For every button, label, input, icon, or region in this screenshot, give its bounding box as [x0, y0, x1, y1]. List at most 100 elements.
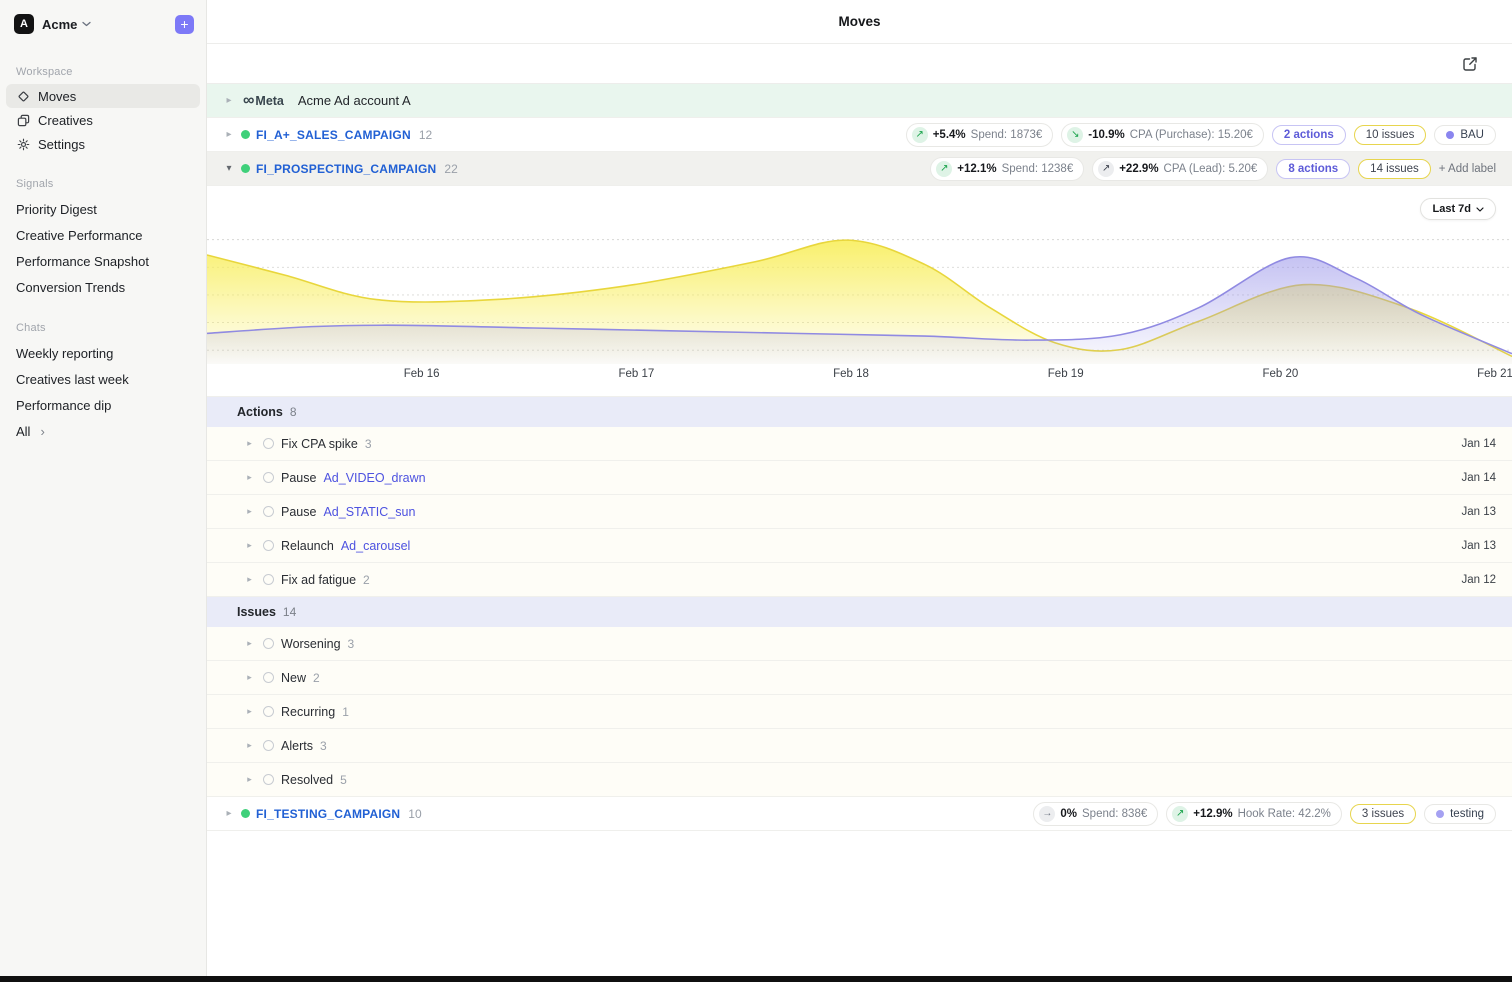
- sidebar-item-creatives[interactable]: Creatives: [6, 108, 200, 132]
- date-range-selector[interactable]: Last 7d: [1420, 198, 1496, 220]
- add-button[interactable]: +: [175, 14, 194, 34]
- section-label-signals: Signals: [16, 178, 54, 190]
- action-row[interactable]: ▸ Relaunch Ad_carousel Jan 13: [207, 529, 1512, 563]
- caret-right-icon[interactable]: ▸: [243, 740, 256, 751]
- metric-badge-spend[interactable]: → 0% Spend: 838€: [1033, 801, 1159, 826]
- x-axis-tick: Feb 21: [1477, 368, 1512, 380]
- sidebar-item-creative-performance[interactable]: Creative Performance: [6, 222, 200, 248]
- app-root: A Acme + Workspace Moves Creatives Setti…: [0, 0, 1512, 976]
- actions-count-badge[interactable]: 2 actions: [1271, 124, 1346, 145]
- issue-row[interactable]: ▸ Worsening 3: [207, 627, 1512, 661]
- label-tag[interactable]: BAU: [1434, 124, 1496, 145]
- sidebar-item-performance-dip[interactable]: Performance dip: [6, 392, 200, 418]
- sidebar-item-weekly-reporting[interactable]: Weekly reporting: [6, 340, 200, 366]
- account-row[interactable]: ▸ ∞ Meta Acme Ad account A: [207, 84, 1512, 118]
- sidebar-section-chats: Chats Weekly reporting Creatives last we…: [0, 316, 206, 444]
- action-row[interactable]: ▸ Fix CPA spike 3 Jan 14: [207, 427, 1512, 461]
- sidebar-item-conversion-trends[interactable]: Conversion Trends: [6, 274, 200, 300]
- status-circle-icon[interactable]: [263, 438, 274, 449]
- campaign-name-link[interactable]: FI_TESTING_CAMPAIGN: [256, 807, 400, 821]
- meta-logo: ∞ Meta: [243, 91, 284, 109]
- actions-count-badge[interactable]: 8 actions: [1276, 158, 1351, 179]
- issues-section-count: 14: [282, 605, 297, 619]
- caret-right-icon[interactable]: ▸: [221, 129, 237, 140]
- ad-link[interactable]: Ad_VIDEO_drawn: [323, 471, 425, 485]
- caret-right-icon[interactable]: ▸: [243, 672, 256, 683]
- issue-row[interactable]: ▸ Alerts 3: [207, 729, 1512, 763]
- actions-section-header: Actions 8: [207, 397, 1512, 427]
- caret-right-icon[interactable]: ▸: [243, 774, 256, 785]
- status-circle-icon[interactable]: [263, 574, 274, 585]
- campaign-row-prospecting[interactable]: ▾ FI_PROSPECTING_CAMPAIGN 22 ↗ +12.1% Sp…: [207, 152, 1512, 186]
- issues-count-badge[interactable]: 14 issues: [1358, 158, 1431, 179]
- layers-icon: [16, 113, 30, 127]
- status-circle-icon[interactable]: [263, 740, 274, 751]
- issue-row[interactable]: ▸ New 2: [207, 661, 1512, 695]
- add-label-button[interactable]: + Add label: [1439, 163, 1496, 175]
- x-axis-tick: Feb 20: [1262, 368, 1299, 380]
- metric-badge-cpa[interactable]: ↗ +22.9% CPA (Lead): 5.20€: [1092, 156, 1269, 181]
- campaign-row-sales[interactable]: ▸ FI_A+_SALES_CAMPAIGN 12 ↗ +5.4% Spend:…: [207, 118, 1512, 152]
- campaign-count: 22: [444, 161, 458, 176]
- caret-right-icon[interactable]: ▸: [243, 540, 256, 551]
- sidebar-item-moves[interactable]: Moves: [6, 84, 200, 108]
- caret-right-icon[interactable]: ▸: [243, 506, 256, 517]
- issues-count-badge[interactable]: 10 issues: [1353, 124, 1427, 145]
- metric-badge-cpa[interactable]: ↘ -10.9% CPA (Purchase): 15.20€: [1061, 122, 1264, 147]
- sidebar-item-creatives-last-week[interactable]: Creatives last week: [6, 366, 200, 392]
- sidebar-section-signals: Signals Priority Digest Creative Perform…: [0, 172, 206, 300]
- metric-badge-hook-rate[interactable]: ↗ +12.9% Hook Rate: 42.2%: [1166, 801, 1342, 826]
- status-circle-icon[interactable]: [263, 472, 274, 483]
- meta-infinity-icon: ∞: [243, 91, 255, 109]
- workspace-switcher[interactable]: A Acme +: [0, 0, 206, 44]
- trend-flat-icon: →: [1039, 805, 1056, 822]
- action-row[interactable]: ▸ Fix ad fatigue 2 Jan 12: [207, 563, 1512, 597]
- x-axis-tick: Feb 17: [618, 368, 655, 380]
- status-circle-icon[interactable]: [263, 540, 274, 551]
- caret-right-icon[interactable]: ▸: [221, 808, 237, 819]
- ad-link[interactable]: Ad_STATIC_sun: [323, 505, 415, 519]
- trend-chart: Last 7d Feb 16 Feb 17 Feb 18 Feb 19 Feb 20 Fe…: [207, 186, 1512, 397]
- label-tag[interactable]: testing: [1424, 803, 1496, 824]
- sidebar-item-performance-snapshot[interactable]: Performance Snapshot: [6, 248, 200, 274]
- trend-up-icon: ↗: [1098, 160, 1115, 177]
- chevron-down-icon: [1476, 203, 1484, 215]
- campaign-row-testing[interactable]: ▸ FI_TESTING_CAMPAIGN 10 → 0% Spend: 838…: [207, 797, 1512, 831]
- sidebar-item-priority-digest[interactable]: Priority Digest: [6, 196, 200, 222]
- caret-right-icon[interactable]: ▸: [243, 472, 256, 483]
- share-icon[interactable]: [1458, 52, 1482, 76]
- caret-right-icon[interactable]: ▸: [243, 638, 256, 649]
- action-row[interactable]: ▸ Pause Ad_VIDEO_drawn Jan 14: [207, 461, 1512, 495]
- metric-badge-spend[interactable]: ↗ +5.4% Spend: 1873€: [905, 122, 1054, 147]
- campaign-name-link[interactable]: FI_A+_SALES_CAMPAIGN: [256, 128, 411, 142]
- x-axis-tick: Feb 16: [403, 368, 440, 380]
- caret-right-icon[interactable]: ▸: [243, 438, 256, 449]
- campaign-name-link[interactable]: FI_PROSPECTING_CAMPAIGN: [256, 162, 436, 176]
- status-circle-icon[interactable]: [263, 638, 274, 649]
- status-circle-icon[interactable]: [263, 706, 274, 717]
- campaign-badges: ↗ +5.4% Spend: 1873€ ↘ -10.9% CPA (Purch…: [905, 122, 1496, 147]
- page-title: Moves: [838, 14, 881, 29]
- caret-down-icon[interactable]: ▾: [221, 163, 237, 174]
- status-dot-icon: [241, 809, 250, 818]
- caret-right-icon[interactable]: ▸: [221, 95, 237, 106]
- ad-link[interactable]: Ad_carousel: [341, 539, 411, 553]
- metric-badge-spend[interactable]: ↗ +12.1% Spend: 1238€: [930, 156, 1085, 181]
- campaign-badges: ↗ +12.1% Spend: 1238€ ↗ +22.9% CPA (Lead…: [930, 156, 1496, 181]
- issues-count-badge[interactable]: 3 issues: [1349, 803, 1417, 824]
- issue-row[interactable]: ▸ Resolved 5: [207, 763, 1512, 797]
- workspace-name: Acme: [42, 16, 78, 32]
- trend-up-icon: ↗: [911, 126, 928, 143]
- sidebar-item-all-chats[interactable]: All ›: [6, 418, 200, 444]
- status-circle-icon[interactable]: [263, 672, 274, 683]
- trend-up-icon: ↗: [936, 160, 953, 177]
- sidebar-item-settings[interactable]: Settings: [6, 132, 200, 156]
- caret-right-icon[interactable]: ▸: [243, 574, 256, 585]
- issue-row[interactable]: ▸ Recurring 1: [207, 695, 1512, 729]
- action-row[interactable]: ▸ Pause Ad_STATIC_sun Jan 13: [207, 495, 1512, 529]
- action-date: Jan 12: [1461, 573, 1496, 586]
- status-circle-icon[interactable]: [263, 506, 274, 517]
- caret-right-icon[interactable]: ▸: [243, 706, 256, 717]
- status-circle-icon[interactable]: [263, 774, 274, 785]
- empty-area: [207, 831, 1512, 976]
